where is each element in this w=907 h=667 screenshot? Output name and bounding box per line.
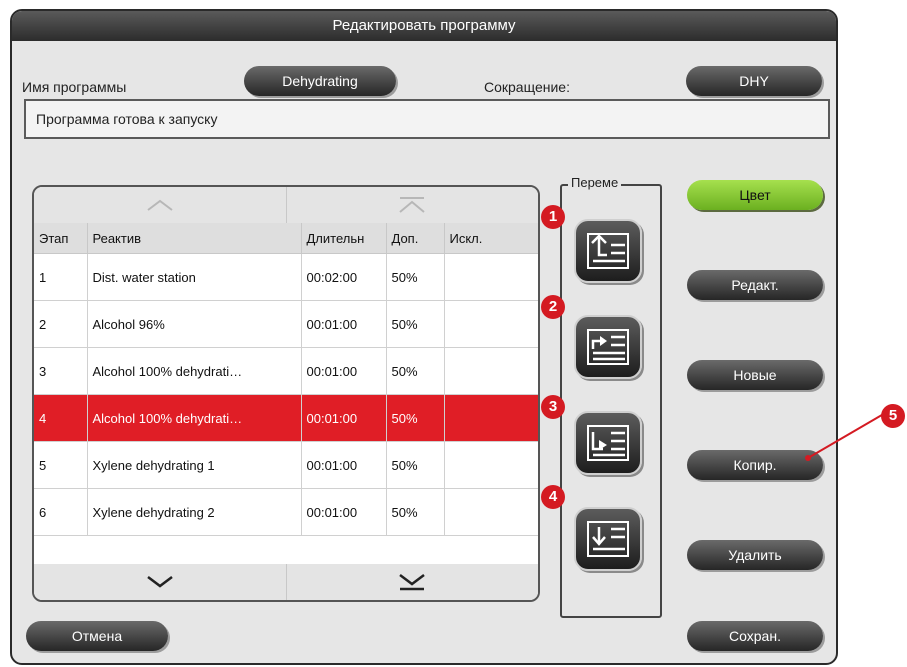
cancel-button[interactable]: Отмена xyxy=(26,621,168,651)
table-row[interactable]: 6 Xylene dehydrating 2 00:01:00 50% xyxy=(34,488,538,536)
scroll-to-top-icon xyxy=(399,197,425,213)
cell-extra: 50% xyxy=(386,347,445,395)
delete-button[interactable]: Удалить xyxy=(687,540,823,570)
edit-button[interactable]: Редакт. xyxy=(687,270,823,300)
abbreviation-label: Сокращение: xyxy=(484,79,570,95)
scroll-up-button[interactable] xyxy=(34,187,286,223)
scroll-to-bottom-icon xyxy=(399,574,425,591)
cell-exclusion xyxy=(444,488,538,536)
insert-step-above-button[interactable] xyxy=(574,219,642,283)
program-status: Программа готова к запуску xyxy=(24,99,830,139)
cell-extra: 50% xyxy=(386,253,445,301)
table-row-selected[interactable]: 4 Alcohol 100% dehydrati… 00:01:00 50% xyxy=(34,394,538,442)
scroll-down-button[interactable] xyxy=(34,564,286,600)
cell-step: 5 xyxy=(34,441,88,489)
cell-duration: 00:01:00 xyxy=(301,300,387,348)
cell-extra: 50% xyxy=(386,394,445,442)
cell-reagent: Alcohol 100% dehydrati… xyxy=(87,394,302,442)
steps-table: Этап Реактив Длительн Доп. Искл. 1 Dist.… xyxy=(32,185,540,602)
table-header-row: Этап Реактив Длительн Доп. Искл. xyxy=(34,223,538,254)
table-row[interactable]: 1 Dist. water station 00:02:00 50% xyxy=(34,253,538,301)
dialog-title: Редактировать программу xyxy=(12,11,836,41)
cell-reagent: Dist. water station xyxy=(87,253,302,301)
save-button[interactable]: Сохран. xyxy=(687,621,823,651)
column-header-exclusion: Искл. xyxy=(444,223,538,254)
table-row[interactable]: 2 Alcohol 96% 00:01:00 50% xyxy=(34,300,538,348)
cell-step: 2 xyxy=(34,300,88,348)
insert-row-above-icon xyxy=(587,233,629,269)
color-button[interactable]: Цвет xyxy=(687,180,823,210)
column-header-reagent: Реактив xyxy=(87,223,302,254)
insert-row-copy-icon xyxy=(587,425,629,461)
copy-step-button[interactable] xyxy=(574,411,642,475)
steps-grid: Этап Реактив Длительн Доп. Искл. 1 Dist.… xyxy=(34,223,538,536)
insert-row-bottom-icon xyxy=(587,521,629,557)
cell-exclusion xyxy=(444,441,538,489)
cell-duration: 00:01:00 xyxy=(301,347,387,395)
scroll-bottom-button[interactable] xyxy=(285,564,539,600)
new-button[interactable]: Новые xyxy=(687,360,823,390)
cell-extra: 50% xyxy=(386,300,445,348)
move-group-title: Переме xyxy=(568,175,622,190)
cell-duration: 00:02:00 xyxy=(301,253,387,301)
cell-extra: 50% xyxy=(386,441,445,489)
scroll-top-button[interactable] xyxy=(285,187,539,223)
abbreviation-button[interactable]: DHY xyxy=(686,66,822,96)
callout-badge-1: 1 xyxy=(541,205,565,229)
cell-duration: 00:01:00 xyxy=(301,441,387,489)
cell-step: 6 xyxy=(34,488,88,536)
column-header-extra: Доп. xyxy=(386,223,445,254)
cell-exclusion xyxy=(444,347,538,395)
cell-exclusion xyxy=(444,300,538,348)
cell-duration: 00:01:00 xyxy=(301,394,387,442)
cell-step: 1 xyxy=(34,253,88,301)
table-row[interactable]: 5 Xylene dehydrating 1 00:01:00 50% xyxy=(34,441,538,489)
cell-step: 4 xyxy=(34,394,88,442)
cell-reagent: Xylene dehydrating 1 xyxy=(87,441,302,489)
edit-program-dialog: Редактировать программу Имя программы De… xyxy=(10,9,838,665)
callout-badge-2: 2 xyxy=(541,295,565,319)
insert-step-below-button[interactable] xyxy=(574,315,642,379)
table-scroll-down-bar xyxy=(34,564,538,600)
cell-reagent: Alcohol 100% dehydrati… xyxy=(87,347,302,395)
insert-row-below-icon xyxy=(587,329,629,365)
chevron-up-icon xyxy=(147,199,173,211)
chevron-down-icon xyxy=(147,576,173,588)
cell-exclusion xyxy=(444,394,538,442)
program-name-button[interactable]: Dehydrating xyxy=(244,66,396,96)
cell-reagent: Alcohol 96% xyxy=(87,300,302,348)
column-header-duration: Длительн xyxy=(301,223,387,254)
cell-reagent: Xylene dehydrating 2 xyxy=(87,488,302,536)
cell-exclusion xyxy=(444,253,538,301)
table-scroll-up-bar xyxy=(34,187,538,223)
callout-badge-5: 5 xyxy=(881,404,905,428)
cell-duration: 00:01:00 xyxy=(301,488,387,536)
cell-extra: 50% xyxy=(386,488,445,536)
insert-step-bottom-button[interactable] xyxy=(574,507,642,571)
callout-badge-4: 4 xyxy=(541,485,565,509)
program-name-label: Имя программы xyxy=(22,79,127,95)
callout-badge-3: 3 xyxy=(541,395,565,419)
cell-step: 3 xyxy=(34,347,88,395)
column-header-step: Этап xyxy=(34,223,88,254)
table-row[interactable]: 3 Alcohol 100% dehydrati… 00:01:00 50% xyxy=(34,347,538,395)
